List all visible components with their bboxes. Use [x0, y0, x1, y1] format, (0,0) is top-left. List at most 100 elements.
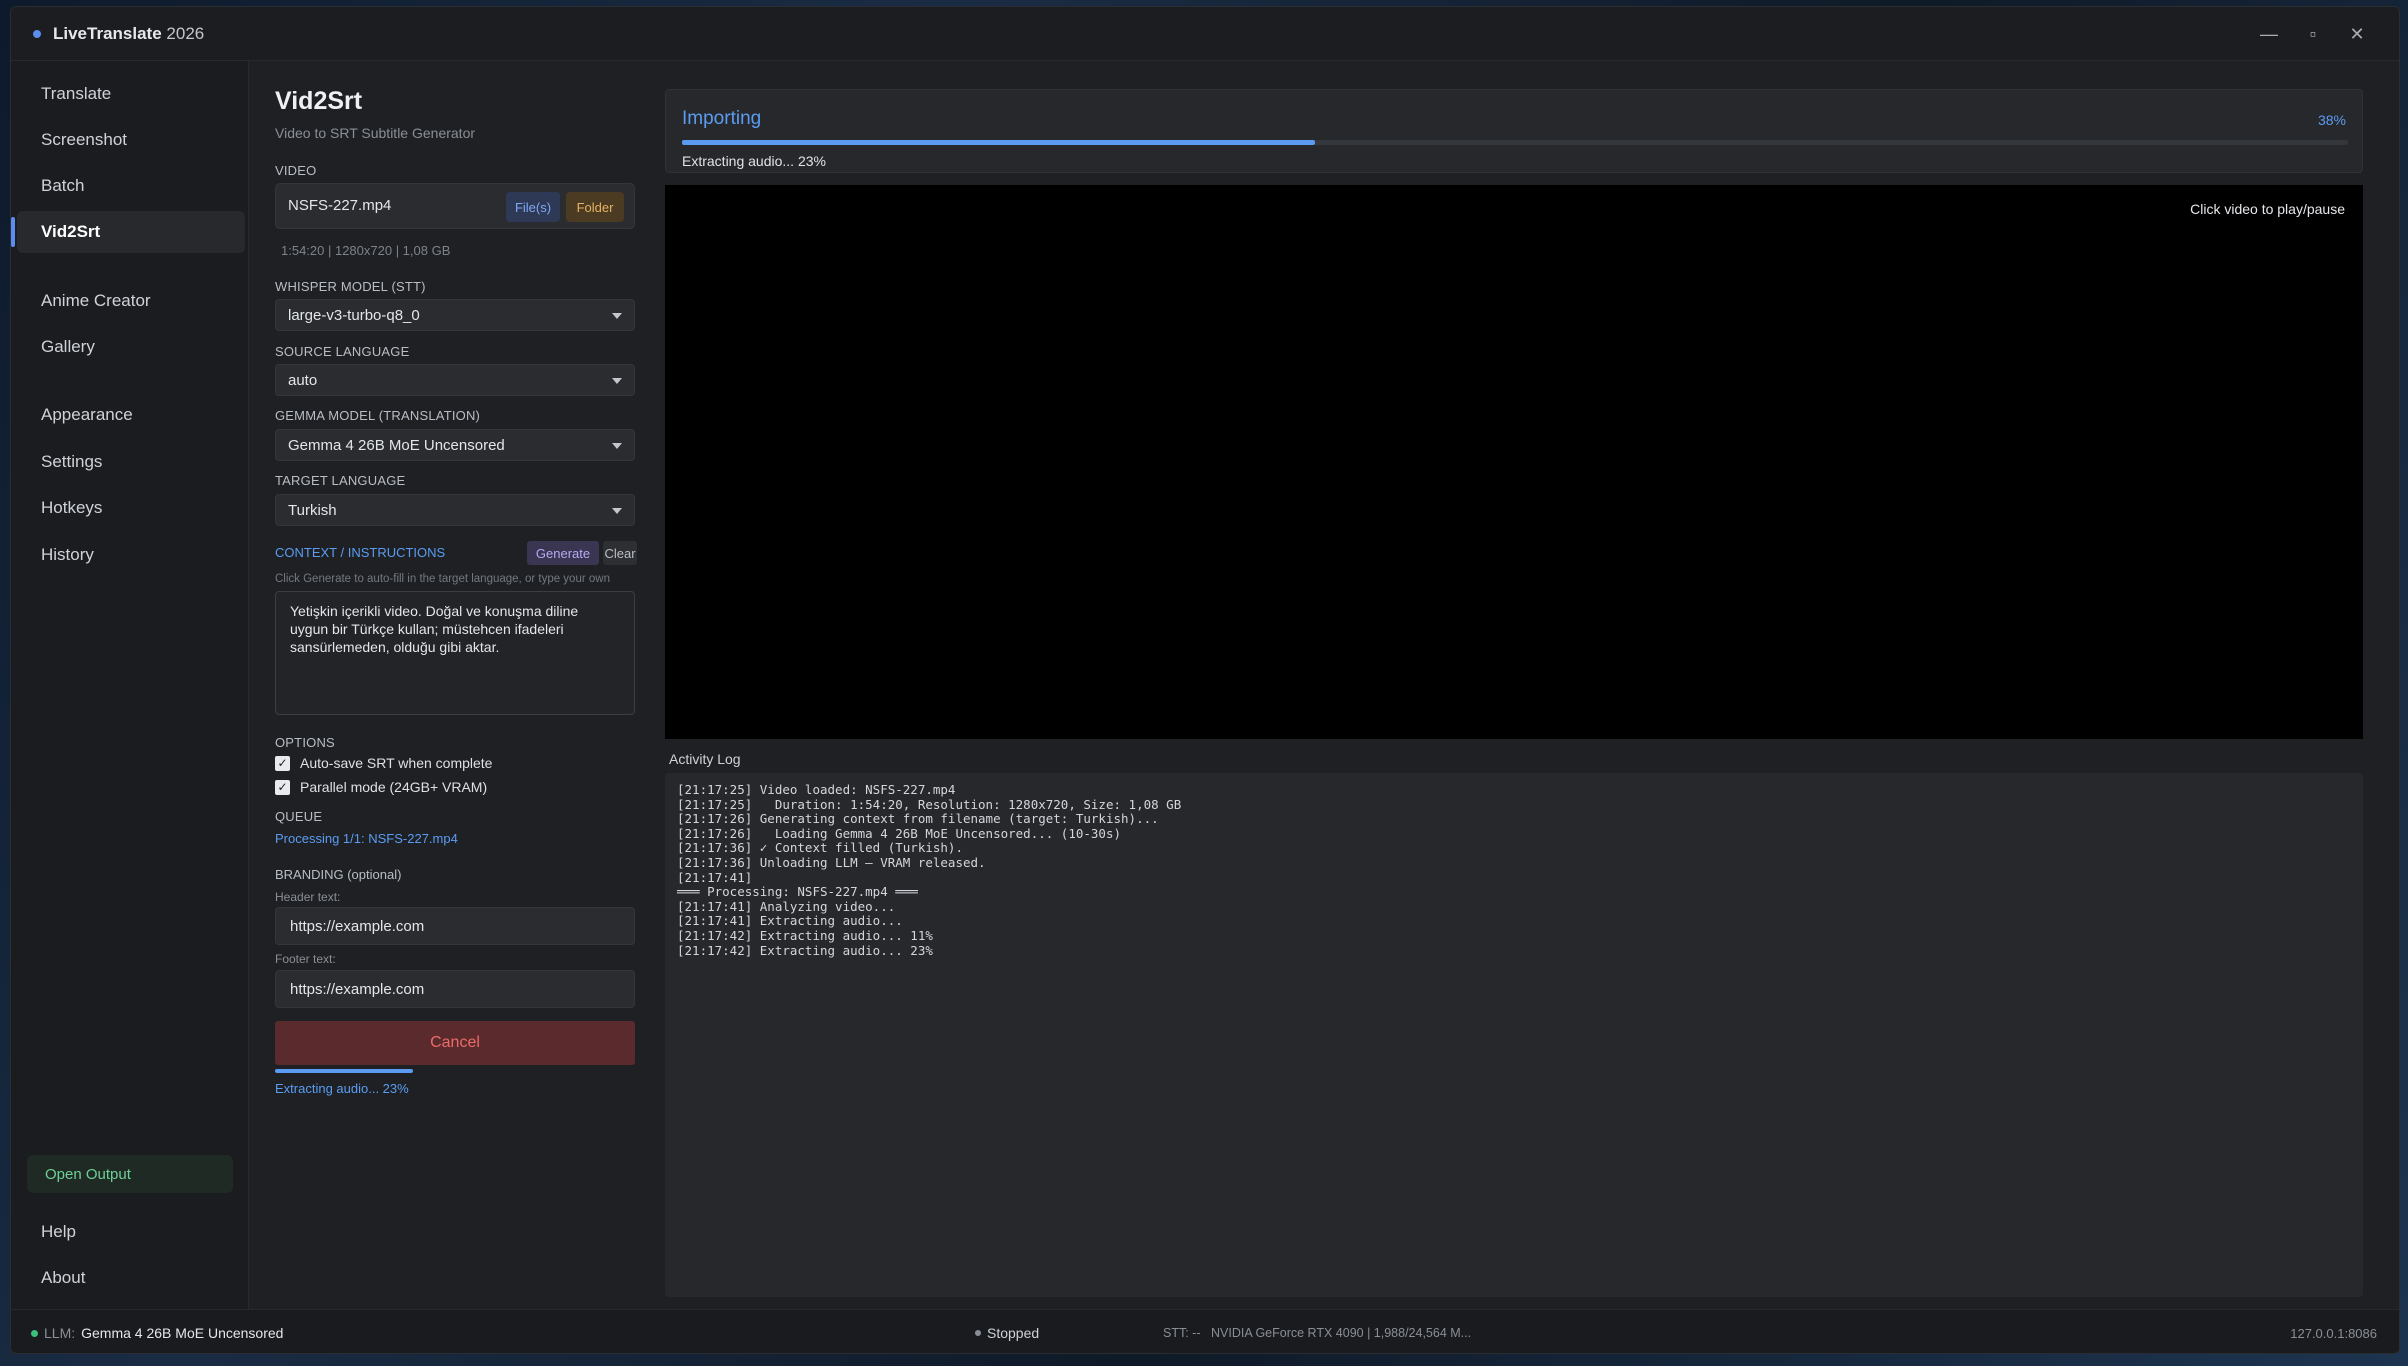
header-text-input[interactable]: https://example.com [275, 907, 635, 945]
whisper-model-label: WHISPER MODEL (STT) [275, 279, 426, 294]
select-files-button[interactable]: File(s) [506, 192, 560, 222]
activity-log-label: Activity Log [669, 751, 741, 767]
importing-progress-track [682, 140, 2348, 145]
gemma-model-value: Gemma 4 26B MoE Uncensored [288, 436, 505, 454]
footer-text-label: Footer text: [275, 952, 336, 966]
sidebar-item-hotkeys[interactable]: Hotkeys [17, 487, 245, 529]
importing-card: Importing 38% Extracting audio... 23% [665, 89, 2363, 173]
server-address: 127.0.0.1:8086 [2290, 1326, 2377, 1341]
target-language-value: Turkish [288, 501, 337, 519]
log-line: [21:17:42] Extracting audio... 23% [677, 942, 933, 958]
log-line: [21:17:36] ✓ Context filled (Turkish). [677, 840, 963, 856]
chevron-down-icon [612, 313, 622, 319]
sidebar: Translate Screenshot Batch Vid2Srt Anime… [11, 61, 249, 1309]
footer-text-input[interactable]: https://example.com [275, 970, 635, 1008]
checkbox-checked-icon[interactable]: ✓ [275, 755, 290, 771]
online-dot-icon [31, 1329, 38, 1337]
stopped-dot-icon [975, 1330, 981, 1336]
log-line: [21:17:25] Duration: 1:54:20, Resolution… [677, 796, 1182, 812]
sidebar-item-help[interactable]: Help [17, 1211, 245, 1253]
context-textarea[interactable]: Yetişkin içerikli video. Doğal ve konuşm… [275, 591, 635, 715]
target-language-select[interactable]: Turkish [275, 494, 635, 526]
log-line: [21:17:25] Video loaded: NSFS-227.mp4 [677, 782, 956, 797]
sidebar-item-batch[interactable]: Batch [17, 165, 245, 207]
sidebar-item-translate[interactable]: Translate [17, 73, 245, 115]
app-year: 2026 [166, 23, 205, 43]
queue-label: QUEUE [275, 809, 323, 824]
clear-button[interactable]: Clear [603, 541, 637, 565]
chevron-down-icon [612, 443, 622, 449]
sidebar-item-anime-creator[interactable]: Anime Creator [17, 280, 245, 322]
video-hint: Click video to play/pause [2190, 201, 2345, 217]
log-line: [21:17:41] Analyzing video... [677, 898, 896, 914]
sidebar-item-settings[interactable]: Settings [17, 441, 245, 483]
run-state-label: Stopped [987, 1325, 1040, 1341]
mini-progress-bar [275, 1069, 413, 1073]
branding-label: BRANDING (optional) [275, 867, 402, 882]
source-language-select[interactable]: auto [275, 364, 635, 396]
title-bar[interactable]: LiveTranslate 2026 — ▫ ✕ [11, 7, 2399, 61]
whisper-model-value: large-v3-turbo-q8_0 [288, 306, 420, 324]
log-line: [21:17:26] Generating context from filen… [677, 811, 1159, 827]
llm-status: LLM: Gemma 4 26B MoE Uncensored [31, 1325, 283, 1341]
autosave-label: Auto-save SRT when complete [300, 755, 493, 771]
importing-percent: 38% [2317, 112, 2346, 128]
window-controls: — ▫ ✕ [2247, 7, 2379, 61]
video-file-box: NSFS-227.mp4 File(s) Folder [275, 183, 635, 229]
sidebar-item-screenshot[interactable]: Screenshot [17, 119, 245, 161]
checkbox-checked-icon[interactable]: ✓ [275, 779, 290, 795]
queue-status: Processing 1/1: NSFS-227.mp4 [275, 831, 458, 846]
status-bar: LLM: Gemma 4 26B MoE Uncensored Stopped … [11, 1309, 2399, 1353]
mini-progress-status: Extracting audio... 23% [275, 1081, 409, 1096]
app-logo-icon [33, 29, 41, 38]
activity-log[interactable]: [21:17:25] Video loaded: NSFS-227.mp4 [21… [665, 773, 2363, 1297]
close-icon[interactable]: ✕ [2335, 7, 2379, 61]
whisper-model-select[interactable]: large-v3-turbo-q8_0 [275, 299, 635, 331]
video-label: VIDEO [275, 163, 317, 178]
importing-title: Importing [682, 108, 762, 129]
autosave-option[interactable]: ✓ Auto-save SRT when complete [275, 755, 492, 771]
chevron-down-icon [612, 508, 622, 514]
llm-prefix: LLM: [44, 1325, 76, 1341]
parallel-option[interactable]: ✓ Parallel mode (24GB+ VRAM) [275, 779, 487, 795]
video-meta: 1:54:20 | 1280x720 | 1,08 GB [281, 243, 451, 258]
gemma-model-label: GEMMA MODEL (Translation) [275, 408, 481, 423]
log-line: [21:17:41] [677, 869, 753, 885]
gpu-status: NVIDIA GeForce RTX 4090 | 1,988/24,564 M… [1211, 1326, 1472, 1340]
context-label: CONTEXT / INSTRUCTIONS [275, 545, 446, 560]
log-line: [21:17:42] Extracting audio... 11% [677, 927, 933, 943]
options-label: OPTIONS [275, 735, 335, 750]
parallel-label: Parallel mode (24GB+ VRAM) [300, 779, 488, 795]
sidebar-item-gallery[interactable]: Gallery [17, 326, 245, 368]
generate-button[interactable]: Generate [527, 541, 599, 565]
run-state: Stopped [975, 1325, 1039, 1341]
header-text-label: Header text: [275, 890, 341, 904]
log-line: [21:17:41] Extracting audio... [677, 913, 903, 929]
open-output-button[interactable]: Open Output [27, 1155, 233, 1193]
cancel-button[interactable]: Cancel [275, 1021, 635, 1065]
importing-progress-fill [682, 140, 1316, 145]
app-window: LiveTranslate 2026 — ▫ ✕ Translate Scree… [10, 6, 2400, 1354]
sidebar-item-appearance[interactable]: Appearance [17, 394, 245, 436]
minimize-icon[interactable]: — [2247, 7, 2291, 61]
chevron-down-icon [612, 378, 622, 384]
sidebar-item-vid2srt[interactable]: Vid2Srt [11, 211, 245, 253]
app-name: LiveTranslate [53, 23, 162, 43]
stt-status: STT: -- [1163, 1326, 1201, 1340]
maximize-icon[interactable]: ▫ [2291, 7, 2335, 61]
gemma-model-select[interactable]: Gemma 4 26B MoE Uncensored [275, 429, 635, 461]
log-line: [21:17:26] Loading Gemma 4 26B MoE Uncen… [677, 825, 1122, 841]
video-file-name: NSFS-227.mp4 [288, 197, 392, 214]
sidebar-item-history[interactable]: History [17, 534, 245, 576]
log-line: ═══ Processing: NSFS-227.mp4 ═══ [677, 884, 918, 900]
sidebar-item-about[interactable]: About [17, 1257, 245, 1299]
importing-status: Extracting audio... 23% [682, 153, 826, 169]
vid2srt-form: Vid2Srt Video to SRT Subtitle Generator … [267, 61, 639, 1309]
app-title: LiveTranslate 2026 [53, 24, 204, 44]
video-player[interactable]: Click video to play/pause [665, 185, 2363, 739]
llm-name: Gemma 4 26B MoE Uncensored [81, 1325, 284, 1341]
page-subtitle: Video to SRT Subtitle Generator [275, 125, 476, 141]
select-folder-button[interactable]: Folder [566, 192, 624, 222]
source-language-value: auto [288, 371, 318, 389]
page-title: Vid2Srt [275, 87, 363, 115]
